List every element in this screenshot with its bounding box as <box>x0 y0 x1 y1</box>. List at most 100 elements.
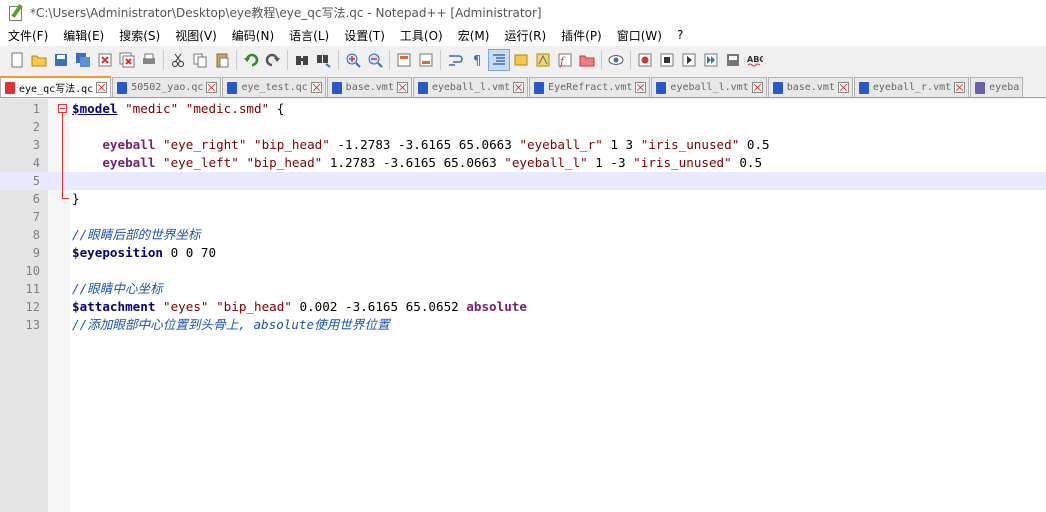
editor[interactable]: 1 $model "medic" "medic.smd" {2 3 eyeball … <box>0 99 1046 512</box>
show-all-chars-button[interactable]: ¶ <box>466 49 488 71</box>
code-line[interactable]: 13 //添加眼部中心位置到头骨上, absolute使用世界位置 <box>0 316 1046 334</box>
word-wrap-button[interactable] <box>444 49 466 71</box>
undo-icon <box>244 53 259 67</box>
tab-close-icon[interactable] <box>310 82 322 93</box>
menu-item-1[interactable]: 编辑(E) <box>55 27 111 44</box>
code-line[interactable]: 11 //眼睛中心坐标 <box>0 280 1046 298</box>
fold-toggle[interactable] <box>58 104 67 113</box>
play-macro-button[interactable] <box>678 49 700 71</box>
udl-button[interactable] <box>510 49 532 71</box>
menu-item-4[interactable]: 编码(N) <box>224 27 281 44</box>
tab-close-icon[interactable] <box>751 82 763 93</box>
code-line[interactable]: 8 //眼睛后部的世界坐标 <box>0 226 1046 244</box>
saved-file-icon <box>227 81 238 94</box>
menu-item-10[interactable]: 插件(P) <box>553 27 609 44</box>
function-list-button[interactable]: f <box>554 49 576 71</box>
cut-button[interactable] <box>167 49 189 71</box>
code-line[interactable]: 2 <box>0 118 1046 136</box>
tab-close-icon[interactable] <box>396 82 408 93</box>
folder-workspace-button[interactable] <box>576 49 598 71</box>
close-button[interactable] <box>94 49 116 71</box>
tab-close-icon[interactable] <box>837 82 849 93</box>
undo-button[interactable] <box>240 49 262 71</box>
sync-horizontal-button[interactable] <box>415 49 437 71</box>
stop-record-button[interactable] <box>656 49 678 71</box>
menu-item-6[interactable]: 设置(T) <box>336 27 392 44</box>
code-token: //眼睛后部的世界坐标 <box>72 227 201 242</box>
code-token: $model <box>72 101 118 116</box>
save-all-icon <box>76 53 90 67</box>
code-line[interactable]: 5 <box>0 172 1046 190</box>
tab-1[interactable]: 50502_yao.qc <box>112 77 222 97</box>
line-number: 8 <box>32 228 40 242</box>
redo-button[interactable] <box>262 49 284 71</box>
tab-4[interactable]: eyeball_l.vmt <box>412 77 529 97</box>
save-button[interactable] <box>50 49 72 71</box>
spellcheck-button[interactable]: ABC <box>744 49 766 71</box>
copy-button[interactable] <box>189 49 211 71</box>
code-line[interactable]: 3 eyeball "eye_right" "bip_head" -1.2783… <box>0 136 1046 154</box>
menu-item-2[interactable]: 搜索(S) <box>111 27 167 44</box>
tab-close-icon[interactable] <box>513 82 525 93</box>
tab-close-icon[interactable] <box>954 82 966 93</box>
tab-2[interactable]: eye_test.qc <box>222 77 326 97</box>
close-all-button[interactable] <box>116 49 138 71</box>
monitor-button[interactable] <box>605 49 627 71</box>
open-file-button[interactable] <box>28 49 50 71</box>
menu-item-3[interactable]: 视图(V) <box>167 27 224 44</box>
save-macro-button[interactable] <box>722 49 744 71</box>
tab-7[interactable]: base.vmt <box>767 77 853 97</box>
menu-item-12[interactable]: ? <box>669 28 690 42</box>
tab-8[interactable]: eyeball_r.vmt <box>853 77 970 97</box>
new-file-button[interactable] <box>6 49 28 71</box>
code-text: //眼睛后部的世界坐标 <box>72 226 201 244</box>
saved-file-icon <box>534 81 545 94</box>
tab-0[interactable]: eye_qc写法.qc <box>0 76 112 97</box>
print-button[interactable] <box>138 49 160 71</box>
find-button[interactable] <box>291 49 313 71</box>
tab-6[interactable]: eyeball_l.vmt <box>651 77 767 97</box>
open-file-icon <box>31 55 47 67</box>
redo-icon <box>265 53 280 67</box>
replace-button[interactable] <box>313 49 335 71</box>
save-all-button[interactable] <box>72 49 94 71</box>
play-multiple-button[interactable] <box>700 49 722 71</box>
saved-file-icon <box>772 81 783 94</box>
menu-item-11[interactable]: 窗口(W) <box>609 27 669 44</box>
code-token: "bip_head" <box>246 155 323 170</box>
tab-close-icon[interactable] <box>635 82 647 93</box>
toolbar-separator <box>440 50 441 70</box>
zoom-out-button[interactable] <box>364 49 386 71</box>
code-line[interactable]: 4 eyeball "eye_left" "bip_head" 1.2783 -… <box>0 154 1046 172</box>
svg-text:¶: ¶ <box>473 54 481 68</box>
indent-guide-button[interactable] <box>488 49 510 71</box>
tab-close-icon[interactable] <box>96 82 108 93</box>
paste-button[interactable] <box>211 49 233 71</box>
menu-item-5[interactable]: 语言(L) <box>281 27 336 44</box>
menu-item-7[interactable]: 工具(O) <box>392 27 450 44</box>
cut-icon <box>172 53 184 67</box>
menu-item-8[interactable]: 宏(M) <box>450 27 497 44</box>
tab-3[interactable]: base.vmt <box>326 77 412 97</box>
code-line[interactable]: 10 <box>0 262 1046 280</box>
code-line[interactable]: 9 $eyeposition 0 0 70 <box>0 244 1046 262</box>
doc-map-button[interactable] <box>532 49 554 71</box>
record-macro-button[interactable] <box>634 49 656 71</box>
code-line[interactable]: 7 <box>0 208 1046 226</box>
tab-5[interactable]: EyeRefract.vmt <box>529 77 651 97</box>
menu-item-9[interactable]: 运行(R) <box>496 27 553 44</box>
code-line[interactable]: 1 $model "medic" "medic.smd" { <box>0 100 1046 118</box>
code-line[interactable]: 6} <box>0 190 1046 208</box>
menu-item-0[interactable]: 文件(F) <box>0 27 55 44</box>
zoom-in-button[interactable] <box>342 49 364 71</box>
save-macro-icon <box>727 54 739 66</box>
tab-9[interactable]: eyeba <box>970 77 1024 97</box>
code-line[interactable]: 12 $attachment "eyes" "bip_head" 0.002 -3… <box>0 298 1046 316</box>
toolbar-separator <box>630 50 631 70</box>
tab-close-icon[interactable] <box>206 82 218 93</box>
close-icon <box>98 53 112 67</box>
new-file-icon <box>11 52 23 68</box>
sync-vertical-button[interactable] <box>393 49 415 71</box>
